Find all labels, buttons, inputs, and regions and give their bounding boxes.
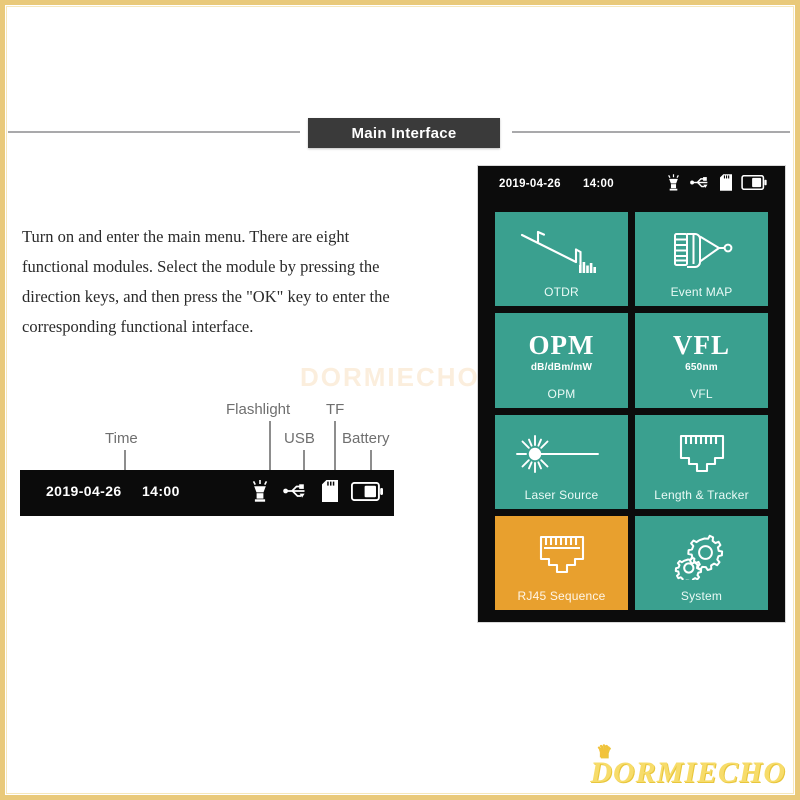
leader-line-time [124,450,126,470]
tile-event-map[interactable]: Event MAP [635,212,768,307]
vfl-sub-text: 650nm [685,361,718,373]
page-title: Main Interface [351,124,457,142]
status-bar-annotation-diagram: Time Flashlight USB TF Battery 2019-04-2… [20,398,410,523]
leader-line-tf [334,421,336,470]
device-status-date: 2019-04-26 [499,178,561,190]
tile-system[interactable]: System [635,515,768,610]
flashlight-icon [250,480,270,507]
tile-otdr[interactable]: OTDR [495,212,628,307]
page-title-badge: Main Interface [308,118,500,148]
leader-line-flashlight [269,421,271,470]
device-status-icons [666,174,767,196]
page-canvas: Main Interface Turn on and enter the mai… [0,0,800,800]
tile-label: VFL [690,386,713,401]
example-status-date: 2019-04-26 [46,483,122,499]
annotation-label-flashlight: Flashlight [226,401,291,418]
battery-icon [350,481,383,506]
tf-card-icon [720,174,732,196]
example-status-icons [250,480,383,507]
tile-label: Length & Tracker [654,487,749,502]
device-status-time: 14:00 [583,178,614,190]
tile-vfl[interactable]: VFL 650nm VFL [635,313,768,408]
header-rule-right [512,131,790,133]
laser-source-icon [495,415,628,488]
event-map-icon [635,212,768,285]
annotation-label-battery: Battery [342,430,390,447]
usb-icon [690,175,711,195]
tile-label: System [680,589,723,603]
usb-icon [283,482,309,505]
device-screen: 2019-04-26 14:00 OTDR Event MAP OPM dB/d… [478,166,785,622]
tile-label: Event MAP [670,285,733,300]
annotation-label-time: Time [105,430,138,447]
tile-length-tracker[interactable]: Length & Tracker [635,414,768,509]
tile-laser-source[interactable]: Laser Source [495,414,628,509]
otdr-trace-icon [495,212,628,285]
tile-opm[interactable]: OPM dB/dBm/mW OPM [495,313,628,408]
annotation-label-usb: USB [284,430,315,447]
crown-icon: ♛ [596,742,613,761]
battery-icon [741,174,767,195]
example-status-bar: 2019-04-26 14:00 [20,470,394,516]
leader-line-usb [303,450,305,470]
brand-logo-watermark: ♛ DORMIECHO [590,742,786,790]
tile-rj45-sequence[interactable]: RJ45 Sequence [495,515,628,610]
flashlight-icon [666,174,681,196]
module-grid: OTDR Event MAP OPM dB/dBm/mW OPM VFL 650… [495,212,768,610]
tile-label: OPM [547,386,576,401]
rj45-port-icon [635,415,768,488]
center-watermark: DORMIECHO [300,362,480,392]
annotation-label-tf: TF [326,401,345,418]
vfl-text-icon: VFL 650nm [635,313,768,386]
description-paragraph: Turn on and enter the main menu. There a… [22,227,390,336]
tile-label: RJ45 Sequence [517,589,606,603]
brand-logo-text: DORMIECHO [590,756,786,789]
tile-label: OTDR [544,285,579,300]
example-status-time: 14:00 [142,483,180,499]
opm-text-icon: OPM dB/dBm/mW [495,313,628,386]
opm-sub-text: dB/dBm/mW [530,361,593,373]
vfl-big-text: VFL [673,329,730,360]
rj45-port-icon [495,516,628,589]
device-status-bar: 2019-04-26 14:00 [478,166,785,206]
opm-big-text: OPM [528,329,595,360]
tile-label: Laser Source [524,487,599,502]
gears-icon [635,516,768,589]
header-rule-left [8,131,300,133]
tf-card-icon [322,480,338,507]
leader-line-battery [370,450,372,470]
